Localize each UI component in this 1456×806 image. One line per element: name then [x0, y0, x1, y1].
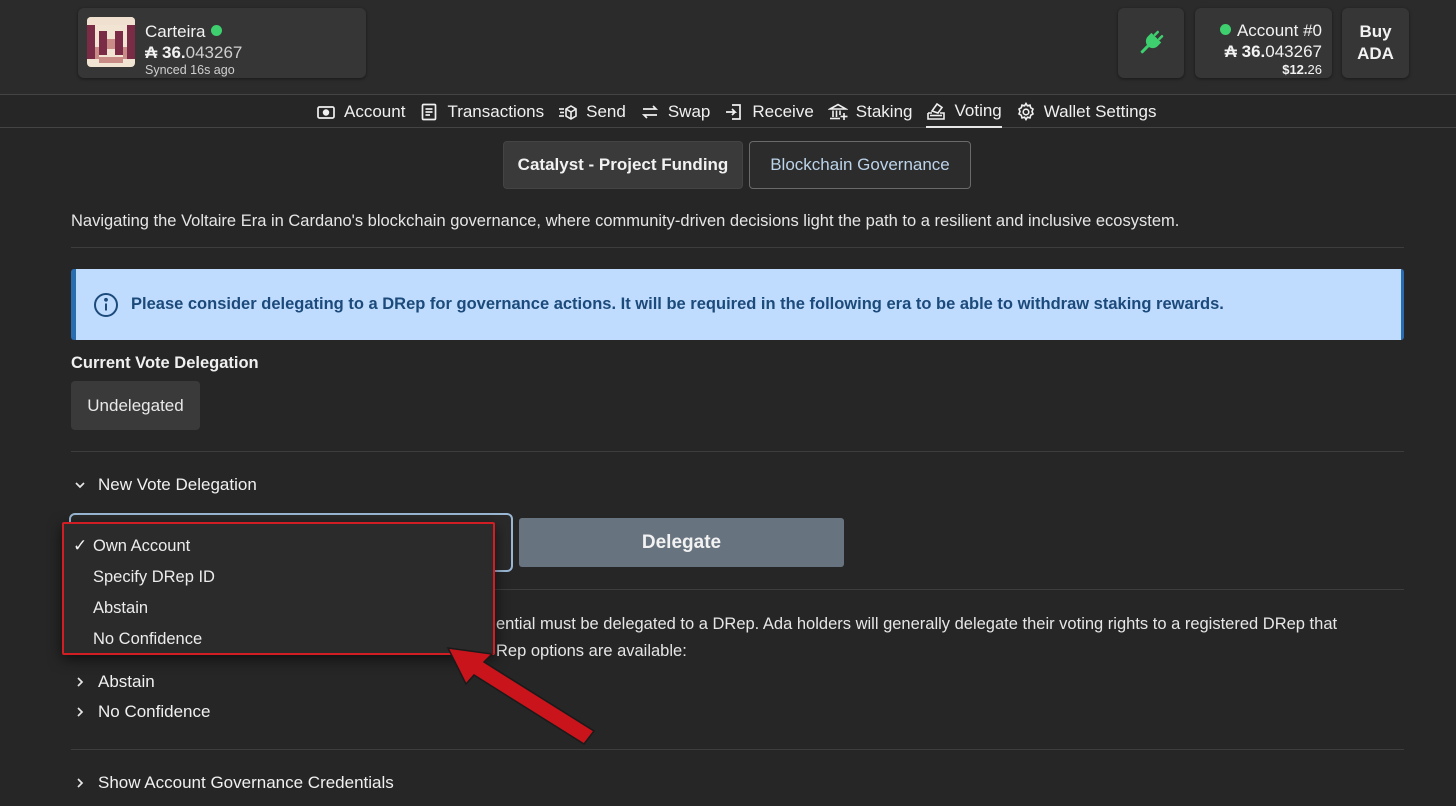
chevron-right-icon — [77, 778, 84, 788]
divider — [71, 451, 1404, 452]
buy-label: Buy — [1359, 22, 1392, 41]
account-usd-value: $12.26 — [1282, 62, 1322, 77]
tab-catalyst[interactable]: Catalyst - Project Funding — [503, 141, 743, 189]
nav-receive-label: Receive — [752, 101, 814, 121]
chevron-down-icon — [75, 482, 85, 489]
account-balance: ₳ 36.043267 — [1224, 42, 1322, 61]
account-card[interactable]: Account #0 ₳ 36.043267 $12.26 — [1195, 8, 1332, 78]
dapp-connector-button[interactable] — [1118, 8, 1184, 78]
option-specify-drep-id[interactable]: Specify DRep ID — [64, 562, 493, 593]
document-icon — [422, 103, 437, 120]
nav-transactions-label: Transactions — [447, 101, 545, 121]
abstain-toggle[interactable]: Abstain — [72, 672, 155, 692]
tab-blockchain-governance[interactable]: Blockchain Governance — [749, 141, 971, 189]
nav-wallet-settings-label: Wallet Settings — [1043, 101, 1157, 121]
option-abstain[interactable]: Abstain — [64, 593, 493, 624]
delegate-button[interactable]: Delegate — [519, 518, 844, 567]
nav-swap-label: Swap — [667, 101, 711, 121]
show-credentials-label: Show Account Governance Credentials — [98, 773, 394, 792]
divider — [71, 749, 1404, 750]
chevron-right-icon — [77, 707, 84, 717]
nav-staking-label: Staking — [855, 101, 913, 121]
option-label: Specify DRep ID — [93, 568, 215, 586]
send-box-icon — [559, 104, 577, 120]
option-own-account[interactable]: ✓ Own Account — [64, 531, 493, 562]
sync-status: Synced 16s ago — [145, 63, 235, 77]
ada-label: ADA — [1357, 44, 1394, 63]
nav-send-label: Send — [586, 101, 626, 121]
option-label: No Confidence — [93, 630, 203, 648]
account-status-dot — [1219, 24, 1231, 35]
nav-staking[interactable]: Staking — [827, 95, 913, 128]
nav-transactions[interactable]: Transactions — [419, 95, 544, 128]
gear-icon — [1017, 101, 1034, 121]
nav-voting-label: Voting — [954, 100, 1002, 120]
no-confidence-toggle[interactable]: No Confidence — [72, 702, 210, 722]
new-delegation-toggle[interactable]: New Vote Delegation — [72, 475, 257, 495]
show-credentials-toggle[interactable]: Show Account Governance Credentials — [72, 773, 394, 793]
nav-send[interactable]: Send — [558, 95, 626, 128]
nav-wallet-settings[interactable]: Wallet Settings — [1016, 95, 1157, 128]
wallet-card[interactable]: Carteira ₳ 36.043267 Synced 16s ago — [78, 8, 366, 78]
wallet-name: Carteira — [145, 22, 223, 42]
chevron-right-icon — [77, 677, 84, 687]
info-icon — [94, 292, 118, 317]
ballot-icon — [927, 102, 946, 120]
current-delegation-value: Undelegated — [71, 381, 200, 430]
checkmark-icon: ✓ — [73, 536, 88, 555]
bank-icon — [827, 103, 848, 120]
online-status-dot — [211, 25, 223, 36]
current-delegation-label: Current Vote Delegation — [71, 354, 259, 372]
new-delegation-label: New Vote Delegation — [98, 475, 257, 494]
intro-text: Navigating the Voltaire Era in Cardano's… — [71, 212, 1180, 230]
red-arrow-annotation — [446, 647, 596, 745]
nav-swap[interactable]: Swap — [640, 95, 711, 128]
option-label: Abstain — [93, 599, 149, 617]
buy-ada-button[interactable]: Buy ADA — [1342, 8, 1409, 78]
no-confidence-label: No Confidence — [98, 702, 211, 721]
plug-icon — [1140, 30, 1164, 54]
nav-voting[interactable]: Voting — [926, 95, 1002, 128]
nav-account[interactable]: Account — [316, 95, 405, 128]
option-no-confidence[interactable]: No Confidence — [64, 624, 493, 655]
wallet-avatar — [87, 17, 135, 67]
delegation-dropdown-menu: ✓ Own Account Specify DRep ID Abstain No … — [62, 522, 495, 655]
swap-arrows-icon — [641, 104, 658, 119]
main-nav: Account Transactions Send Swap Receive S… — [0, 94, 1456, 128]
option-label: Own Account — [93, 537, 191, 555]
wallet-icon — [317, 105, 335, 119]
wallet-balance: ₳ 36.043267 — [145, 43, 243, 62]
info-notice: Please consider delegating to a DRep for… — [71, 269, 1404, 340]
notice-text: Please consider delegating to a DRep for… — [131, 295, 1224, 313]
abstain-label: Abstain — [98, 672, 155, 691]
account-name: Account #0 — [1219, 21, 1322, 41]
receive-icon — [726, 103, 742, 120]
divider — [71, 247, 1404, 248]
nav-receive[interactable]: Receive — [724, 95, 814, 128]
nav-account-label: Account — [344, 101, 406, 121]
